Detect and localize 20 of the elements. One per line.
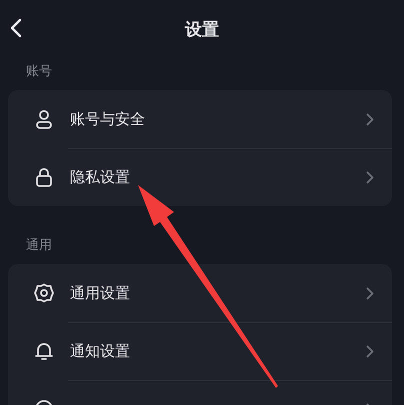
- back-icon[interactable]: [10, 18, 22, 38]
- row-label: 通知设置: [70, 342, 131, 360]
- person-icon: [34, 109, 54, 129]
- chevron-icon: [366, 344, 374, 358]
- chevron-icon: [366, 170, 374, 184]
- settings-row[interactable]: 通知设置: [8, 322, 392, 380]
- settings-icon: [34, 283, 54, 303]
- page-title: 设置: [185, 18, 219, 40]
- settings-row[interactable]: 通用设置: [8, 264, 392, 322]
- bell-icon: [34, 341, 54, 361]
- section-label: 通用: [25, 237, 53, 255]
- lock-icon: [34, 167, 54, 187]
- row-label: 通用设置: [70, 284, 131, 302]
- section-label: 账号: [25, 63, 53, 81]
- settings-row[interactable]: 隐私设置: [8, 148, 392, 206]
- chevron-icon: [366, 112, 374, 126]
- settings-row[interactable]: 账号与安全: [8, 90, 392, 148]
- chevron-icon: [366, 286, 374, 300]
- row-label: 账号与安全: [70, 110, 146, 128]
- row-label: 隐私设置: [70, 168, 131, 186]
